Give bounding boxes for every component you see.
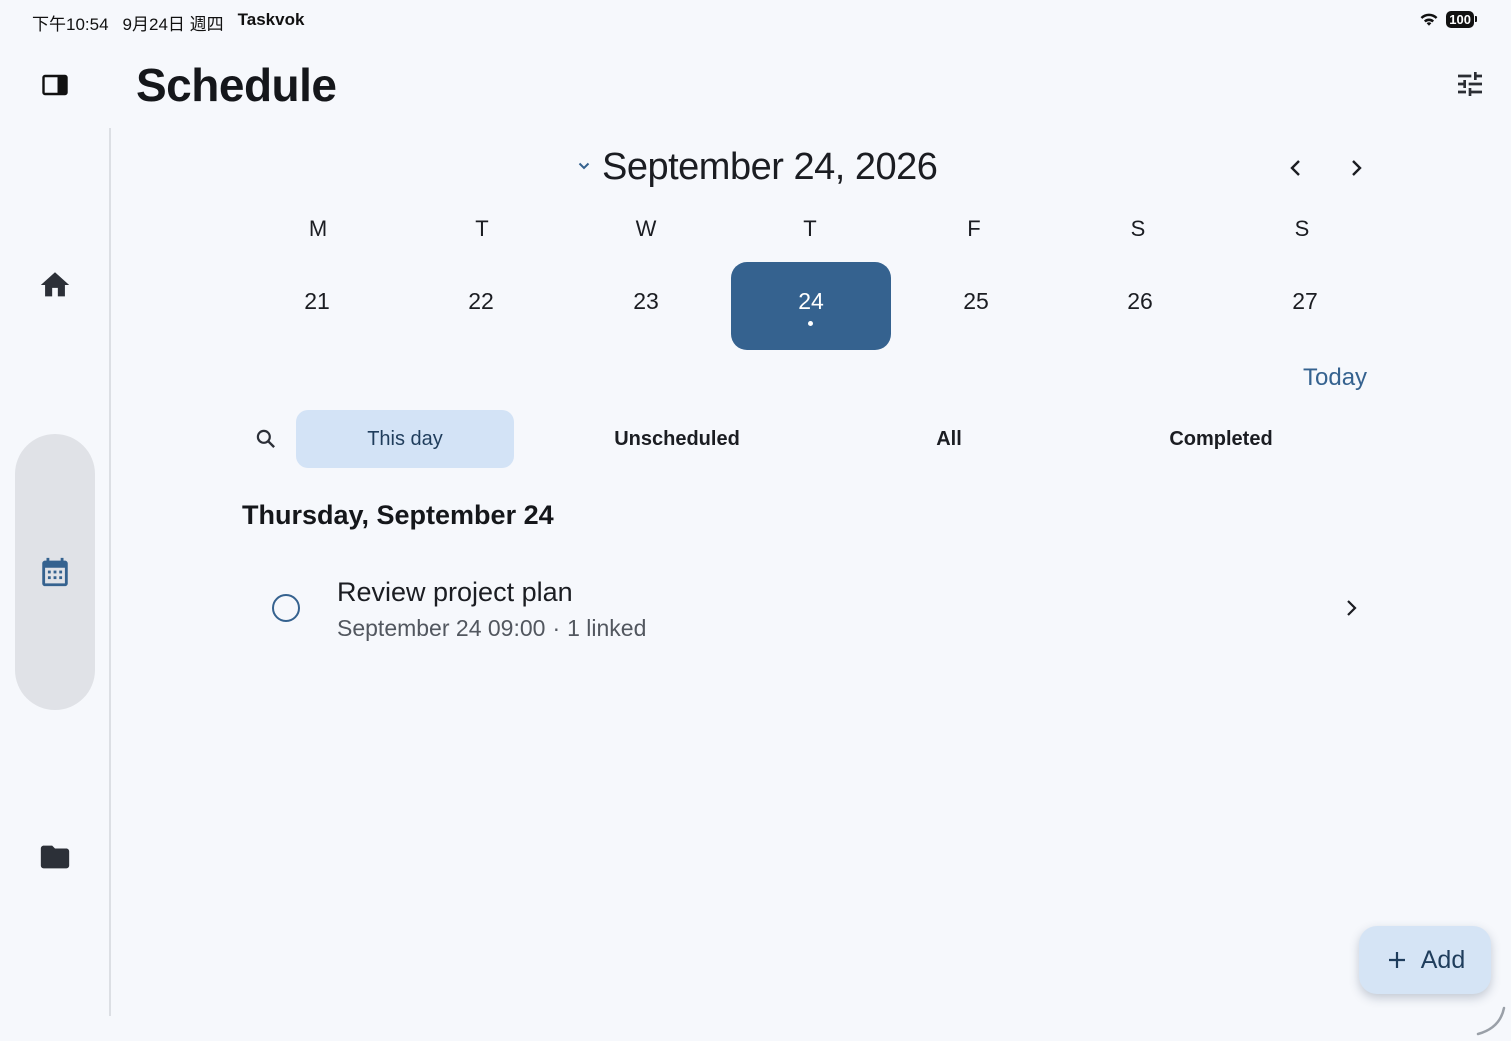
weekday-label: S — [1130, 216, 1146, 241]
day-number: 23 — [633, 288, 659, 314]
previous-week-button[interactable] — [1282, 154, 1310, 182]
weekday-label: W — [635, 216, 657, 241]
nav-calendar-button[interactable] — [38, 555, 72, 589]
chevron-left-icon — [1290, 160, 1300, 176]
event-dot — [808, 321, 813, 326]
add-task-button[interactable]: Add — [1359, 926, 1491, 994]
status-date: 9月24日 週四 — [122, 15, 224, 34]
day-cell[interactable]: 23 — [566, 262, 726, 350]
weekday-label: T — [803, 216, 817, 241]
filter-chip-this-day[interactable]: This day — [296, 410, 514, 468]
day-section-heading: Thursday, September 24 — [242, 500, 554, 530]
filter-chip-unscheduled[interactable]: Unscheduled — [568, 410, 786, 468]
schedule-screen: 下午10:54 9月24日 週四 Taskvok 100 Schedule Se… — [0, 0, 1511, 1041]
weekday-label: M — [308, 216, 328, 241]
month-expand-button[interactable] — [574, 156, 594, 176]
battery-tip — [1475, 16, 1477, 22]
day-cell[interactable]: 22 — [401, 262, 561, 350]
battery-level: 100 — [1446, 10, 1474, 28]
chevron-down-icon — [578, 162, 590, 170]
day-cell[interactable]: 27 — [1225, 262, 1385, 350]
nav-folder-button[interactable] — [37, 840, 73, 874]
folder-icon — [40, 845, 70, 869]
day-number: 26 — [1127, 288, 1153, 314]
weekday-label: S — [1294, 216, 1310, 241]
battery-indicator: 100 — [1446, 10, 1477, 28]
nav-rail-divider — [109, 128, 111, 1016]
day-cell[interactable]: 25 — [896, 262, 1056, 350]
day-number: 24 — [798, 288, 824, 314]
day-cell[interactable]: 21 — [237, 262, 397, 350]
task-meta: September 24 09:00 · 1 linked — [337, 615, 646, 642]
task-complete-checkbox[interactable] — [272, 594, 300, 622]
task-open-chevron[interactable] — [1338, 595, 1364, 621]
status-app-name: Taskvok — [237, 10, 305, 29]
weekday-label: T — [475, 216, 489, 241]
day-cell[interactable]: 26 — [1060, 262, 1220, 350]
add-button-label: Add — [1420, 945, 1466, 974]
day-number: 25 — [963, 288, 989, 314]
task-row[interactable]: Review project plan September 24 09:00 ·… — [256, 565, 1376, 651]
task-datetime: September 24 09:00 — [337, 615, 546, 641]
page-title: Schedule — [136, 59, 337, 111]
status-right: 100 — [1418, 10, 1477, 28]
filter-settings-button[interactable] — [1454, 68, 1486, 100]
search-icon — [256, 429, 275, 448]
sidebar-toggle-button[interactable] — [40, 70, 70, 100]
day-cell-selected[interactable]: 24 — [731, 262, 891, 350]
filter-chip-all[interactable]: All — [840, 410, 1058, 468]
plus-icon — [1388, 952, 1405, 968]
day-number: 27 — [1292, 288, 1318, 314]
chevron-right-icon — [1347, 600, 1357, 616]
wifi-icon — [1420, 13, 1438, 26]
day-number: 21 — [304, 288, 330, 314]
month-title[interactable]: September 24, 2026 — [602, 146, 938, 189]
calendar-icon — [42, 557, 68, 587]
search-button[interactable] — [253, 426, 279, 452]
home-icon — [40, 272, 70, 297]
today-button[interactable]: Today — [1303, 364, 1367, 392]
tune-icon — [1458, 72, 1482, 96]
resize-corner-indicator — [1476, 1006, 1506, 1036]
nav-home-button[interactable] — [38, 268, 72, 302]
status-bar: 下午10:54 9月24日 週四 Taskvok 100 — [0, 0, 1511, 40]
task-title: Review project plan — [337, 577, 573, 607]
day-number: 22 — [468, 288, 494, 314]
status-time: 下午10:54 — [32, 15, 109, 34]
chevron-right-icon — [1352, 160, 1362, 176]
weekday-label: F — [967, 216, 981, 241]
next-week-button[interactable] — [1342, 154, 1370, 182]
task-meta-separator: · — [552, 615, 561, 641]
task-linked-count: 1 linked — [567, 615, 647, 641]
sidebar-panel-icon — [42, 74, 68, 96]
filter-chip-completed[interactable]: Completed — [1112, 410, 1330, 468]
status-left: 下午10:54 9月24日 週四 Taskvok — [32, 10, 304, 35]
